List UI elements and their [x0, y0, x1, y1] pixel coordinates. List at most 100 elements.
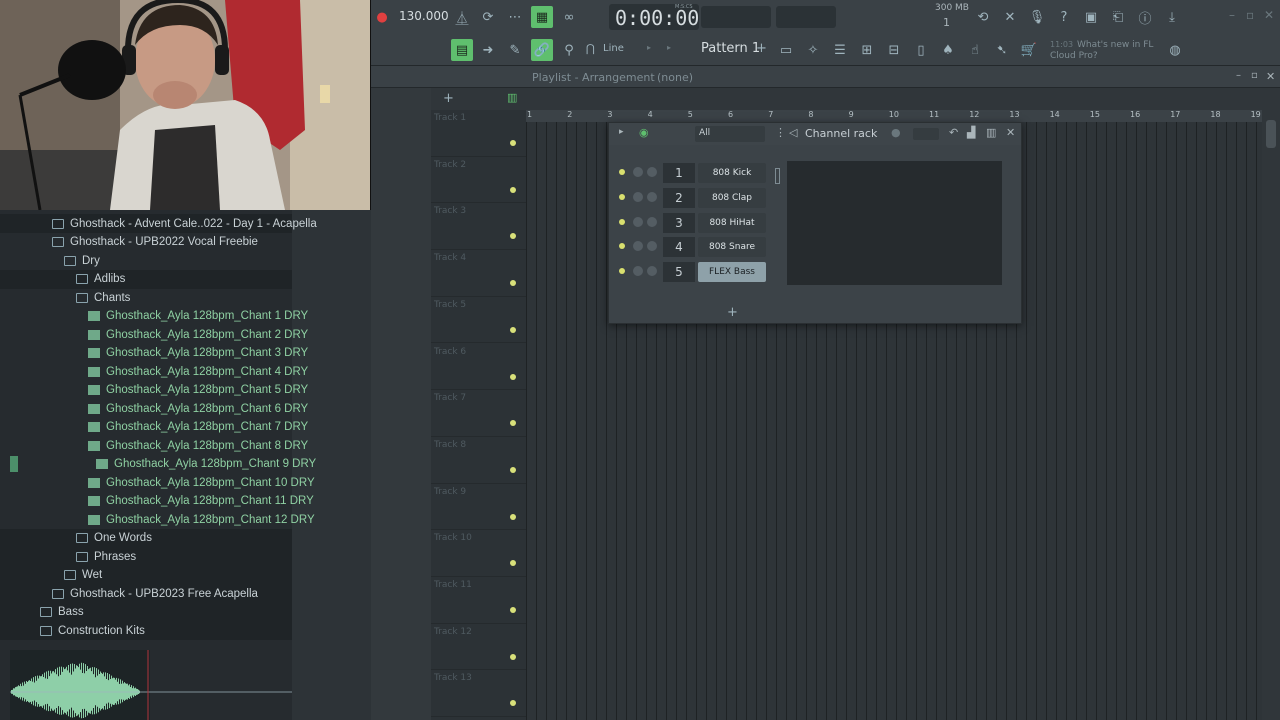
browser-left-arrow[interactable] [10, 456, 18, 472]
track-enable-led[interactable] [510, 280, 516, 287]
channel-name-button[interactable]: 808 Kick [698, 163, 766, 183]
browser-file-item[interactable]: Ghosthack_Ayla 128bpm_Chant 7 DRY [0, 418, 308, 437]
add-track-icon[interactable]: + [443, 91, 454, 106]
channel-rack-volume-knob[interactable]: ● [891, 126, 901, 139]
pattern-selector[interactable]: Pattern 1 [701, 41, 760, 56]
channel-volume-knob[interactable] [647, 167, 657, 177]
channel-rack-view-icon[interactable]: ⊟ [883, 39, 905, 61]
browser-folder-item[interactable]: Construction Kits [0, 621, 292, 640]
channel-name-button[interactable]: 808 Snare [698, 237, 766, 258]
browser-folder-item[interactable]: Ghosthack - UPB2023 Free Acapella [0, 584, 292, 603]
arrow-icon[interactable]: ➜ [477, 39, 499, 61]
channel-mixer-track[interactable]: 5 [663, 262, 695, 283]
channel-name-button[interactable]: FLEX Bass [698, 262, 766, 283]
channel-name-button[interactable]: 808 Clap [698, 187, 766, 208]
browser-file-item[interactable]: Ghosthack_Ayla 128bpm_Chant 1 DRY [0, 307, 308, 326]
track-enable-led[interactable] [510, 700, 516, 707]
cart-icon[interactable]: 🛒 [1018, 39, 1040, 61]
channel-volume-knob[interactable] [647, 191, 657, 202]
track-enable-led[interactable] [510, 513, 516, 520]
snap-arrow-icon[interactable]: ▸ [647, 43, 651, 52]
link-icon[interactable]: 🔗 [531, 39, 553, 61]
save-icon[interactable]: ▣ [1080, 6, 1102, 28]
track-header[interactable]: Track 3 [431, 203, 526, 251]
pattern-add-icon[interactable]: + [756, 41, 767, 56]
refresh-icon[interactable]: ⟲ [972, 6, 994, 28]
browser-file-item[interactable]: Ghosthack_Ayla 128bpm_Chant 12 DRY [0, 510, 315, 529]
channel-volume-knob[interactable] [647, 241, 657, 252]
channel-rack-swing-slider[interactable] [913, 128, 939, 140]
browser-file-item[interactable]: Ghosthack_Ayla 128bpm_Chant 5 DRY [0, 381, 308, 400]
plugin-picker-icon[interactable]: ♠ [937, 39, 959, 61]
track-header[interactable]: Track 13 [431, 670, 526, 718]
playlist-minimize-icon[interactable]: – [1236, 70, 1241, 81]
browser-folder-item[interactable]: Chants [0, 288, 292, 307]
track-enable-led[interactable] [510, 140, 516, 146]
playlist-vertical-scrollbar[interactable] [1262, 90, 1280, 720]
mixer-view-icon[interactable]: ⊞ [856, 39, 878, 61]
browser-folder-item[interactable]: One Words [0, 528, 292, 548]
track-enable-led[interactable] [510, 653, 516, 660]
add-channel-button[interactable]: + [727, 305, 738, 320]
plugin-icon[interactable]: ⎗ [1107, 6, 1129, 28]
channel-volume-knob[interactable] [647, 216, 657, 227]
track-header[interactable]: Track 6 [431, 344, 526, 391]
scrollbar-thumb[interactable] [1266, 120, 1276, 148]
browser-folder-item[interactable]: Wet [0, 565, 292, 585]
pattern-arrow-icon[interactable]: ▸ [667, 43, 671, 52]
track-header[interactable]: Track 9 [431, 484, 526, 531]
track-enable-led[interactable] [510, 186, 516, 193]
channel-filter-select[interactable]: All [695, 126, 765, 142]
channel-rack-swing-icon[interactable]: ◉ [639, 126, 649, 139]
channel-rack-close-icon[interactable]: ✕ [1006, 126, 1015, 139]
channel-pan-knob[interactable] [633, 167, 643, 177]
browser-folder-item[interactable]: Bass [0, 602, 292, 622]
playlist-ruler[interactable]: 1 2 3 4 5 6 7 8 9 10 11 12 13 14 15 16 17 18 19 [526, 110, 1280, 122]
track-enable-led[interactable] [510, 466, 516, 473]
browser-file-item[interactable]: Ghosthack_Ayla 128bpm_Chant 8 DRY [0, 436, 308, 455]
channel-mute-led[interactable] [619, 243, 625, 250]
browser-folder-item[interactable]: Phrases [0, 547, 292, 566]
playlist-arrangement[interactable]: (none) [657, 71, 693, 84]
send-icon[interactable]: ➷ [991, 39, 1013, 61]
globe-icon[interactable]: ◍ [1164, 39, 1186, 61]
track-enable-led[interactable] [510, 607, 516, 613]
channel-rack-menu-icon[interactable]: ⋮ [775, 126, 786, 139]
draw-icon[interactable]: ✎ [504, 39, 526, 61]
record-icon[interactable]: ● [371, 6, 393, 28]
channel-mixer-track[interactable]: 1 [663, 163, 695, 183]
info-icon[interactable]: ⓘ [1134, 6, 1156, 28]
track-header[interactable]: Track 10 [431, 530, 526, 577]
browser-file-item[interactable]: Ghosthack_Ayla 128bpm_Chant 10 DRY [0, 473, 315, 492]
channel-pan-knob[interactable] [633, 191, 643, 202]
channel-mixer-track[interactable]: 2 [663, 187, 695, 208]
news-subheadline[interactable]: Cloud Pro? [1050, 51, 1098, 61]
channel-rack-steps-icon[interactable]: ▥ [986, 126, 996, 139]
typing-keyboard-icon[interactable]: ▦ [531, 6, 553, 28]
playlist-close-icon[interactable]: ✕ [1266, 70, 1275, 83]
channel-mute-led[interactable] [619, 193, 625, 200]
tempo-display[interactable]: 130.000 [399, 9, 449, 23]
browser-file-item[interactable]: Ghosthack_Ayla 128bpm_Chant 3 DRY [0, 344, 308, 363]
channel-name-button[interactable]: 808 HiHat [698, 212, 766, 233]
window-close-icon[interactable]: ✕ [1264, 8, 1274, 22]
browser-folder-item[interactable]: Ghosthack - UPB2022 Vocal Freebie [0, 233, 292, 252]
step-sequencer-area[interactable] [787, 161, 1002, 285]
browser-folder-item[interactable]: Ghosthack - Advent Cale..022 - Day 1 - A… [0, 214, 317, 233]
download-icon[interactable]: ⤓ [1161, 6, 1183, 28]
countdown-icon[interactable]: ∞ [558, 6, 580, 28]
playlist-maximize-icon[interactable]: ▫ [1251, 70, 1258, 81]
channel-rack-graph-icon[interactable]: ▟ [967, 126, 975, 139]
channel-pan-knob[interactable] [633, 216, 643, 227]
window-maximize-icon[interactable]: ▫ [1246, 8, 1254, 22]
channel-rack-play-icon[interactable]: ▸ [619, 127, 624, 137]
metronome-icon[interactable]: ⏅ [451, 6, 473, 28]
track-header[interactable]: Track 2 [431, 157, 526, 204]
track-header[interactable]: Track 1 [431, 110, 526, 157]
browser-file-item[interactable]: Ghosthack_Ayla 128bpm_Chant 6 DRY [0, 399, 308, 418]
microphone-icon[interactable]: 🎙 [1026, 6, 1048, 28]
browser-file-item[interactable]: Ghosthack_Ayla 128bpm_Chant 4 DRY [0, 362, 308, 381]
track-enable-led[interactable] [510, 326, 516, 333]
browser-file-item[interactable]: Ghosthack_Ayla 128bpm_Chant 2 DRY [0, 325, 308, 344]
track-enable-led[interactable] [510, 373, 516, 380]
